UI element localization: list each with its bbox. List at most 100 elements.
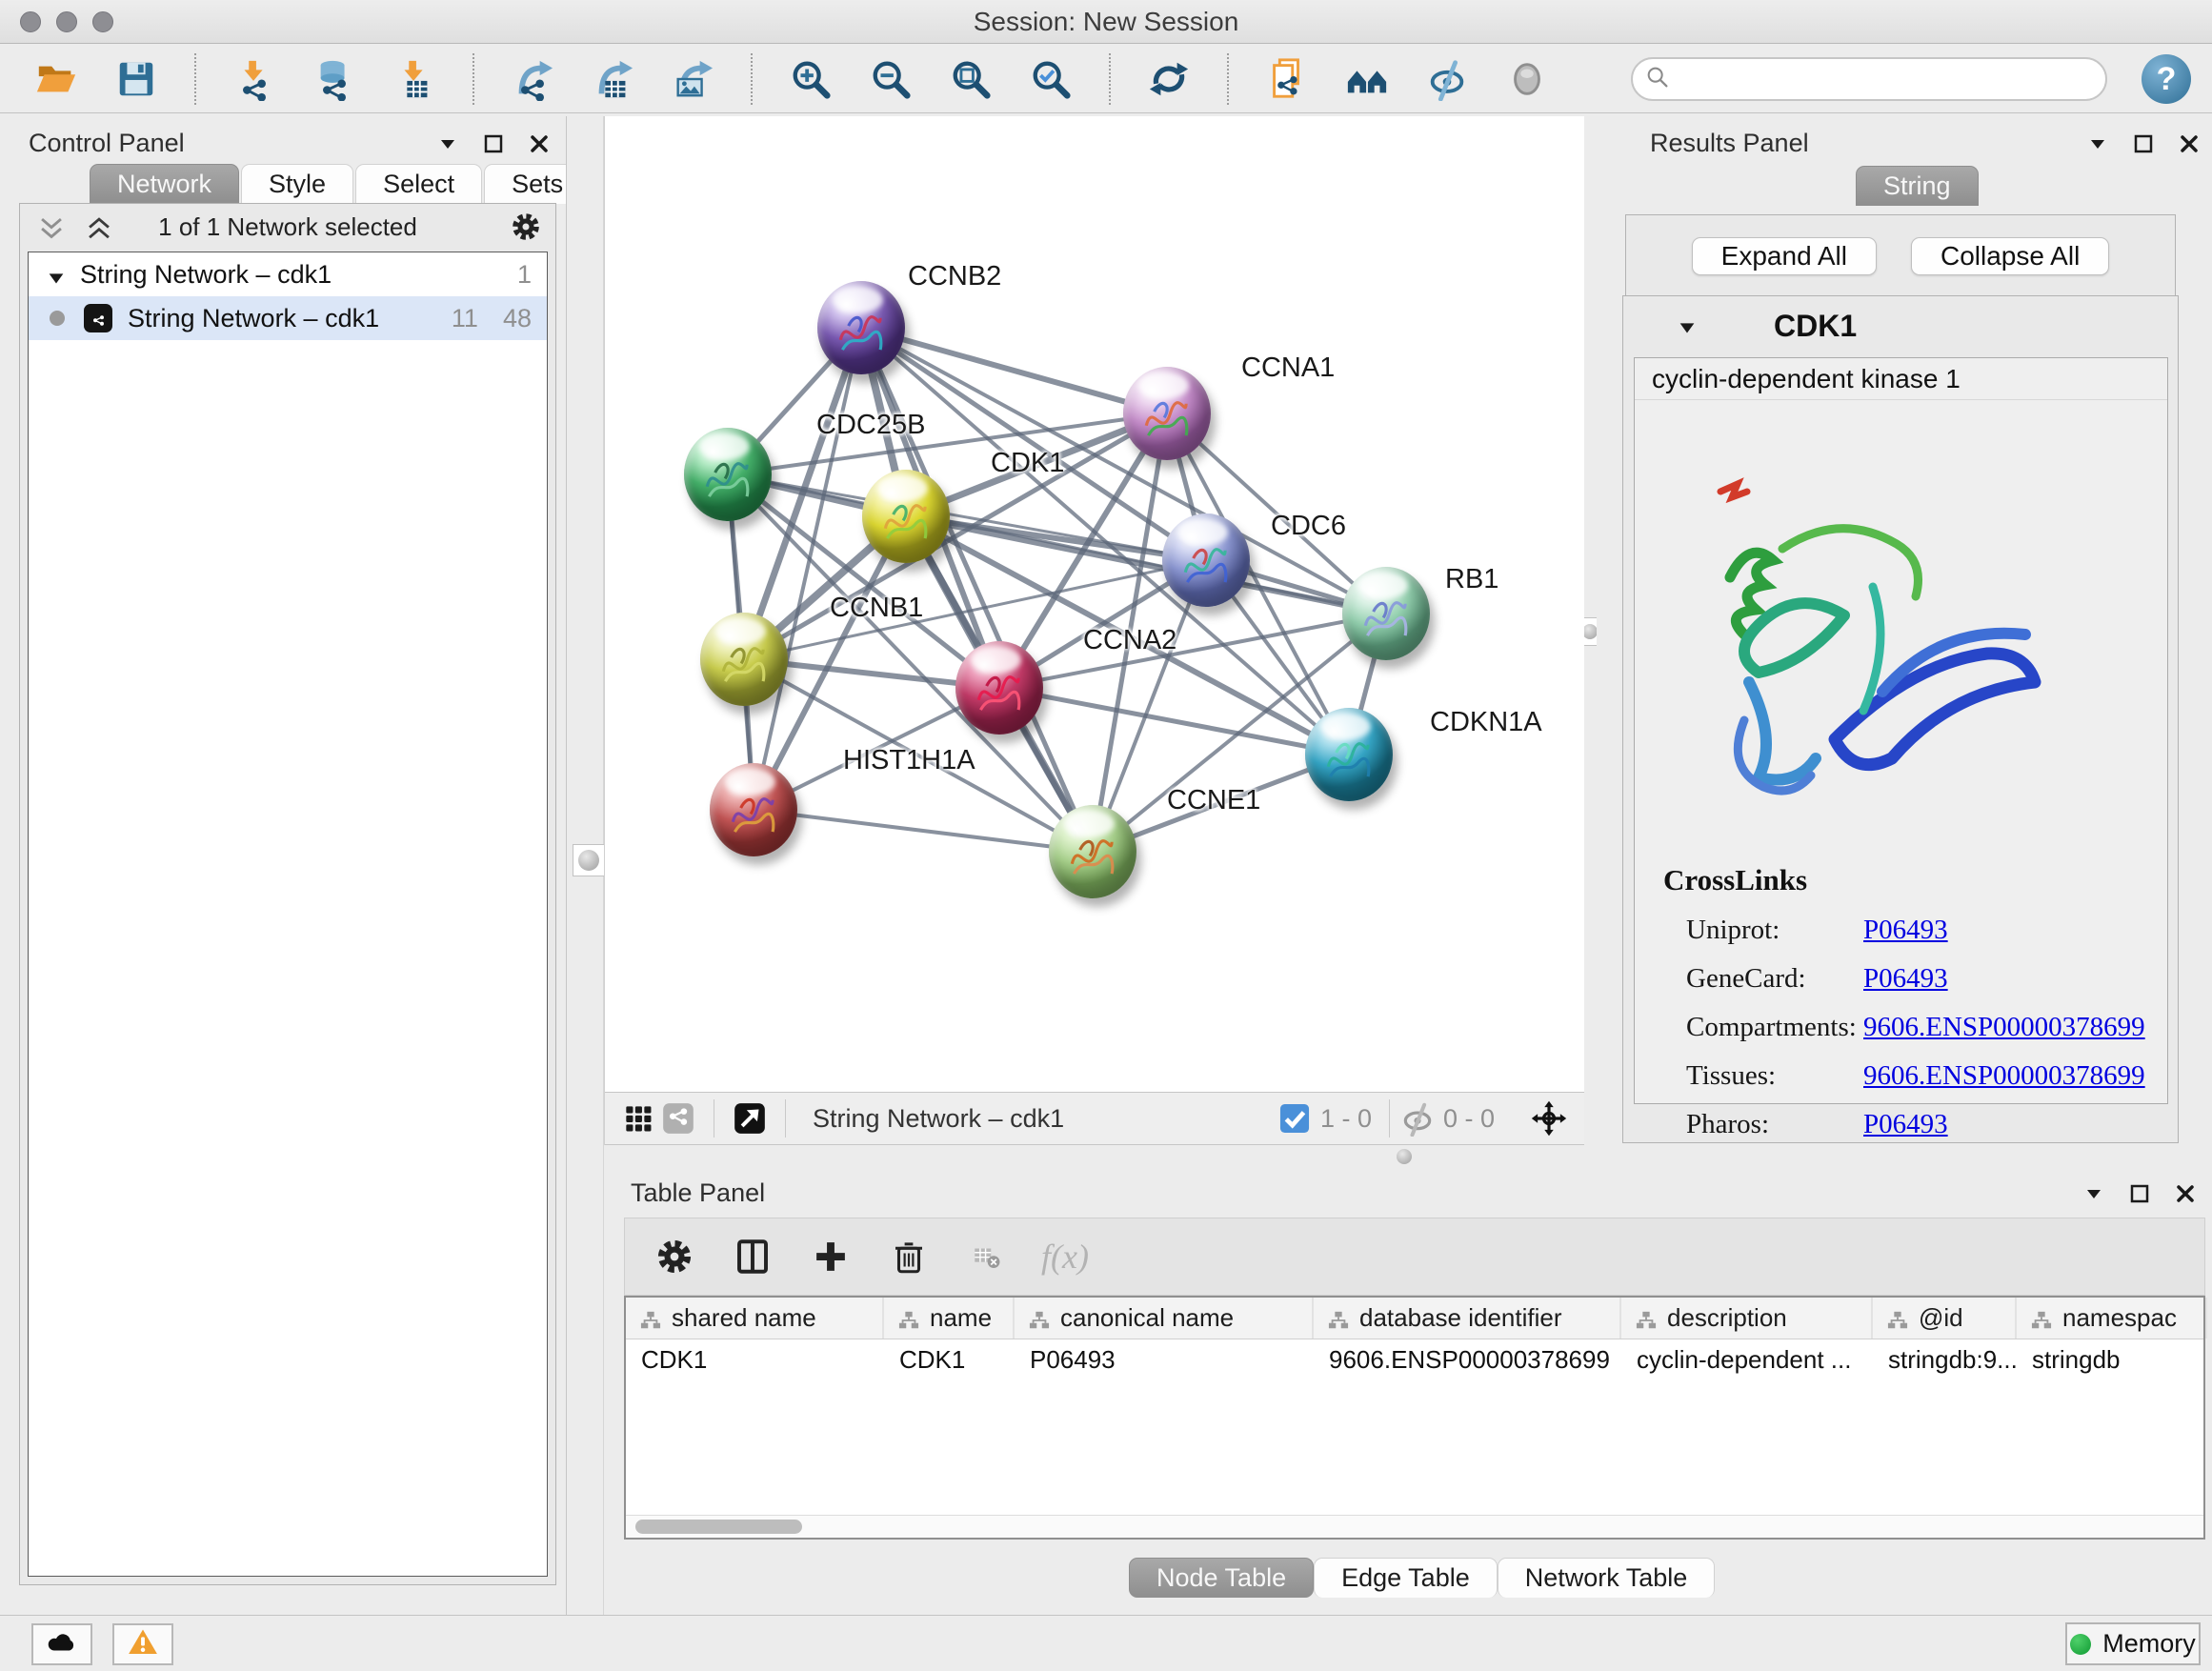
save-session-button[interactable] [112, 54, 160, 104]
search-input[interactable] [1671, 65, 2105, 94]
network-tree-root-row[interactable]: String Network – cdk1 1 [29, 252, 547, 296]
export-table-button[interactable] [589, 54, 636, 104]
network-options-gear-icon[interactable] [510, 211, 542, 243]
show-all-button[interactable] [1503, 54, 1551, 104]
memory-button[interactable]: Memory [2065, 1622, 2201, 1665]
cloud-status-button[interactable] [31, 1623, 92, 1665]
scrollbar-thumb[interactable] [635, 1520, 802, 1534]
open-session-button[interactable] [32, 54, 80, 104]
column-header-@id[interactable]: @id [1873, 1298, 2017, 1339]
table-cell[interactable]: stringdb [2017, 1339, 2207, 1379]
column-header-shared-name[interactable]: shared name [626, 1298, 884, 1339]
results-panel: Results Panel String Expand All Collapse… [1597, 116, 2212, 1145]
help-button[interactable]: ? [2142, 54, 2191, 104]
network-canvas[interactable]: CCNB2CCNA1CDC25BCDK1CDC6RB1CCNB1CCNA2CDK… [605, 116, 1584, 1092]
tab-edge-table[interactable]: Edge Table [1314, 1558, 1498, 1598]
table-cell[interactable]: 9606.ENSP00000378699 [1314, 1339, 1621, 1379]
crosslink-link[interactable]: 9606.ENSP00000378699 [1863, 1012, 2145, 1060]
node-CDC25B[interactable] [684, 428, 772, 521]
search-field[interactable] [1631, 57, 2107, 101]
column-header-name[interactable]: name [884, 1298, 1015, 1339]
table-cell[interactable]: P06493 [1015, 1339, 1314, 1379]
node-CCNB2[interactable] [817, 281, 905, 374]
table-cell[interactable]: stringdb:9... [1873, 1339, 2017, 1379]
export-network-button[interactable] [509, 54, 556, 104]
gene-collapse-icon[interactable] [1677, 317, 1698, 334]
tab-network-table[interactable]: Network Table [1498, 1558, 1716, 1598]
tree-expand-icon[interactable] [46, 266, 67, 283]
panel-collapse-icon[interactable] [2082, 1182, 2103, 1203]
node-HIST1H1A[interactable] [710, 763, 797, 856]
column-header-canonical-name[interactable]: canonical name [1015, 1298, 1314, 1339]
zoom-fit-content-button[interactable] [947, 54, 995, 104]
network-share-icon[interactable] [658, 1098, 698, 1138]
node-CDC6[interactable] [1162, 513, 1250, 607]
zoom-window-button[interactable] [92, 11, 113, 32]
hidden-eye-icon[interactable] [1398, 1098, 1438, 1138]
vertical-splitter-handle[interactable] [573, 844, 605, 876]
table-cell[interactable]: CDK1 [626, 1339, 884, 1379]
table-options-gear-icon[interactable] [652, 1234, 697, 1279]
delete-table-icon[interactable] [964, 1234, 1010, 1279]
function-builder-icon[interactable]: f(x) [1042, 1234, 1088, 1279]
refresh-view-button[interactable] [1145, 54, 1193, 104]
horizontal-splitter-handle[interactable] [1397, 1149, 1412, 1164]
warnings-button[interactable] [112, 1623, 173, 1665]
fit-selected-crosshair-icon[interactable] [1529, 1098, 1569, 1138]
import-table-from-file-button[interactable] [391, 54, 438, 104]
minimize-window-button[interactable] [56, 11, 77, 32]
node-label-HIST1H1A: HIST1H1A [843, 745, 975, 776]
add-column-icon[interactable] [808, 1234, 854, 1279]
panel-maximize-icon[interactable] [2132, 132, 2153, 153]
toolbar-separator [1109, 53, 1111, 105]
table-cell[interactable]: cyclin-dependent ... [1621, 1339, 1873, 1379]
import-network-from-file-button[interactable] [231, 54, 278, 104]
birdseye-view-icon[interactable] [730, 1098, 770, 1138]
show-columns-icon[interactable] [730, 1234, 775, 1279]
column-header-namespac[interactable]: namespac [2017, 1298, 2207, 1339]
node-CDK1[interactable] [862, 470, 950, 563]
close-window-button[interactable] [20, 11, 41, 32]
expand-all-button[interactable]: Expand All [1692, 237, 1877, 275]
crosslink-link[interactable]: 9606.ENSP00000378699 [1863, 1060, 2145, 1109]
column-header-description[interactable]: description [1621, 1298, 1873, 1339]
panel-maximize-icon[interactable] [482, 132, 503, 153]
collapse-all-button[interactable]: Collapse All [1911, 237, 2109, 275]
node-CCNA2[interactable] [955, 641, 1043, 735]
delete-column-icon[interactable] [886, 1234, 932, 1279]
first-neighbors-button[interactable] [1343, 54, 1391, 104]
panel-maximize-icon[interactable] [2128, 1182, 2149, 1203]
grid-view-icon[interactable] [618, 1098, 658, 1138]
column-header-database-identifier[interactable]: database identifier [1314, 1298, 1621, 1339]
table-horizontal-scrollbar[interactable] [626, 1515, 2203, 1538]
import-network-from-database-button[interactable] [311, 54, 358, 104]
node-CCNA1[interactable] [1123, 367, 1211, 460]
crosslink-link[interactable]: P06493 [1863, 915, 1948, 963]
node-CDKN1A[interactable] [1305, 708, 1393, 801]
crosslink-link[interactable]: P06493 [1863, 963, 1948, 1012]
panel-collapse-icon[interactable] [436, 132, 457, 153]
node-CCNE1[interactable] [1049, 805, 1136, 898]
zoom-out-button[interactable] [867, 54, 915, 104]
tab-node-table[interactable]: Node Table [1129, 1558, 1314, 1598]
panel-collapse-icon[interactable] [2086, 132, 2107, 153]
panel-close-icon[interactable] [2178, 132, 2199, 153]
zoom-selected-button[interactable] [1027, 54, 1075, 104]
panel-close-icon[interactable] [2174, 1182, 2195, 1203]
tab-style[interactable]: Style [241, 164, 353, 204]
network-tree-child-row[interactable]: String Network – cdk1 11 48 [29, 296, 547, 340]
table-cell[interactable]: CDK1 [884, 1339, 1015, 1379]
node-CCNB1[interactable] [700, 613, 788, 706]
node-RB1[interactable] [1342, 567, 1430, 660]
panel-close-icon[interactable] [528, 132, 549, 153]
export-image-button[interactable] [669, 54, 716, 104]
tab-select[interactable]: Select [355, 164, 482, 204]
tab-network[interactable]: Network [90, 164, 239, 204]
hide-selected-button[interactable] [1423, 54, 1471, 104]
selected-nodes-checkbox-icon[interactable] [1275, 1098, 1315, 1138]
tab-string[interactable]: String [1856, 166, 1979, 206]
zoom-in-button[interactable] [787, 54, 835, 104]
table-row[interactable]: CDK1CDK1P064939606.ENSP00000378699cyclin… [626, 1339, 2203, 1379]
duplicate-network-button[interactable] [1263, 54, 1311, 104]
crosslink-link[interactable]: P06493 [1863, 1109, 1948, 1158]
